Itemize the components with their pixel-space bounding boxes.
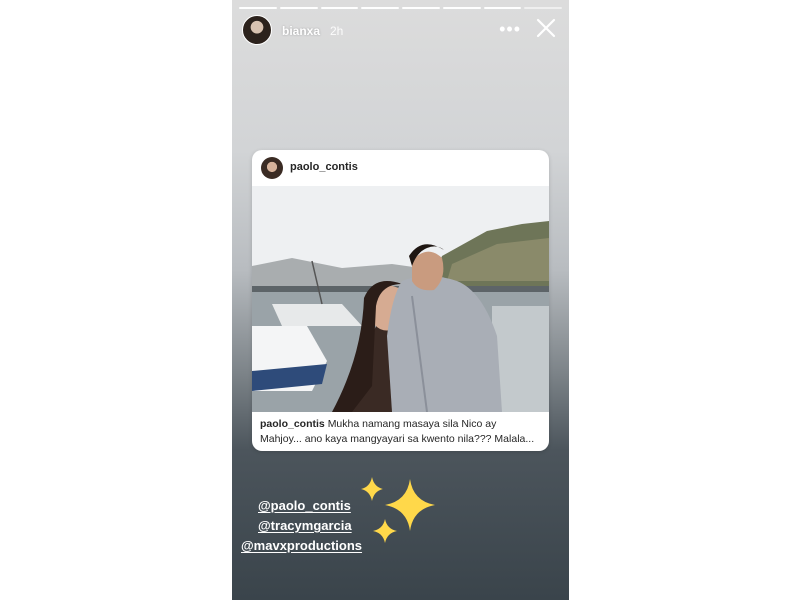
progress-segment	[361, 7, 399, 9]
avatar[interactable]	[242, 15, 272, 45]
progress-segment	[239, 7, 277, 9]
mention-mavxproductions[interactable]: @mavxproductions	[241, 538, 362, 553]
sparkle-icon	[361, 477, 383, 501]
mention-tracymgarcia[interactable]: @tracymgarcia	[258, 518, 352, 533]
progress-segment	[279, 7, 318, 9]
mention-paolo-contis[interactable]: @paolo_contis	[258, 498, 351, 513]
shared-post-username[interactable]: paolo_contis	[290, 161, 358, 173]
sparkles-sticker-icon	[361, 477, 435, 543]
close-icon[interactable]	[533, 15, 559, 41]
progress-segment	[483, 7, 522, 9]
progress-segment	[402, 7, 440, 9]
story-progress-bar	[239, 7, 562, 10]
sparkle-icon	[385, 479, 435, 531]
progress-segment	[320, 7, 359, 9]
post-caption: paolo_contis Mukha namang masaya sila Ni…	[260, 417, 541, 447]
story-header: bianxa 2h •••	[242, 15, 559, 47]
sparkle-icon	[373, 519, 397, 543]
shared-post-card[interactable]: paolo_contis paolo_contis Mukha namang m…	[252, 150, 549, 451]
post-photo[interactable]	[252, 186, 549, 412]
avatar[interactable]	[261, 157, 283, 179]
progress-segment	[442, 7, 481, 9]
story-viewer[interactable]: bianxa 2h ••• paolo_contis paolo_contis …	[232, 0, 569, 600]
progress-segment	[524, 7, 562, 9]
caption-username[interactable]: paolo_contis	[260, 418, 325, 430]
more-horizontal-icon[interactable]: •••	[499, 19, 521, 40]
story-timestamp: 2h	[330, 24, 344, 38]
shared-post-header: paolo_contis	[252, 150, 549, 186]
story-username[interactable]: bianxa	[282, 24, 320, 38]
